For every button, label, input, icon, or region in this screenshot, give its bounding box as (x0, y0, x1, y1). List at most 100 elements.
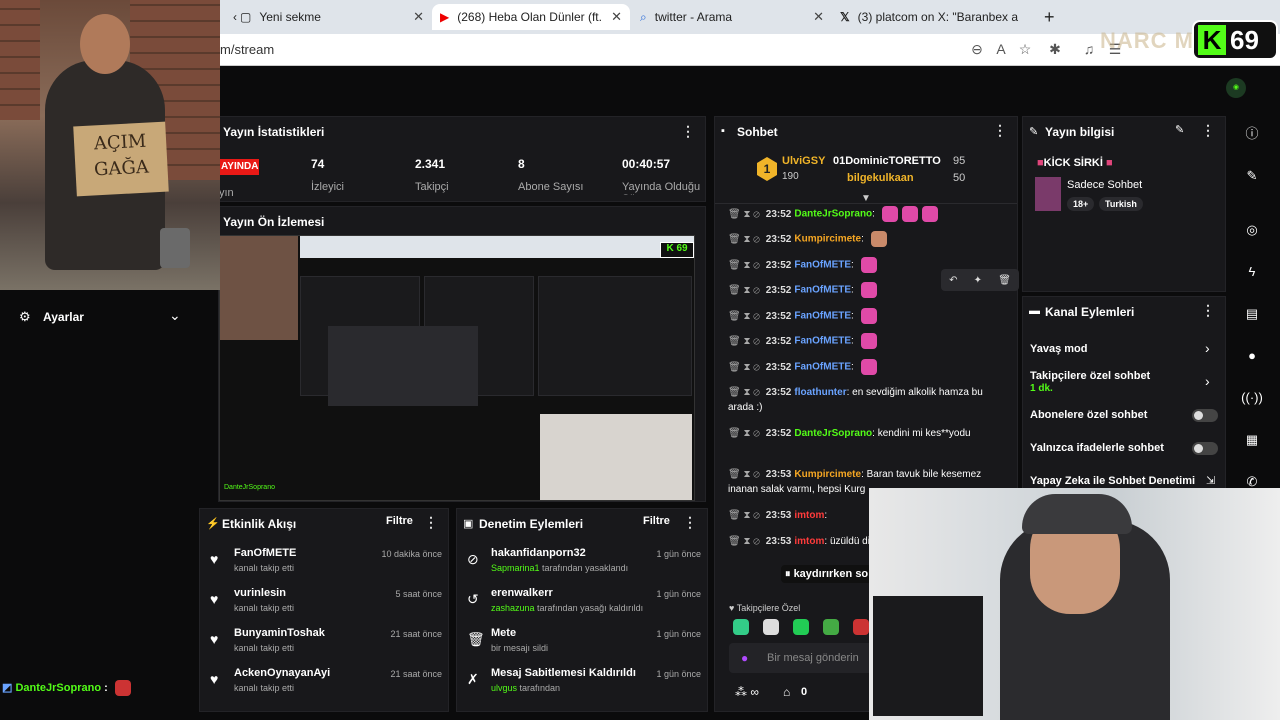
tab-youtube[interactable]: ▶ (268) Heba Olan Dünler (ft. Berrin ✕ (432, 4, 630, 30)
chat-icon[interactable]: ● (1238, 342, 1266, 370)
mod-actions-icon[interactable]: 🗑 ⧗ ⊘ (728, 285, 760, 296)
activity-row[interactable]: ♥ FanOfMETE kanalı takip etti 10 dakika … (200, 547, 442, 587)
mod-actions-icon[interactable]: 🗑 ⧗ ⊘ (728, 209, 760, 220)
info-menu-icon[interactable]: ⋮ (1201, 122, 1215, 139)
emote-icon[interactable] (853, 619, 869, 635)
chevron-down-icon[interactable]: ⌄ (169, 307, 181, 324)
chat-username[interactable]: FanOfMETE (794, 336, 851, 347)
points-icon[interactable]: ⁂ ∞ (735, 685, 759, 699)
chat-username[interactable]: FanOfMETE (794, 362, 851, 373)
edit-icon[interactable]: ✎ (1175, 123, 1184, 136)
chat-menu-icon[interactable]: ⋮ (993, 122, 1007, 139)
mod-actions-icon[interactable]: 🗑 ⧗ ⊘ (728, 234, 760, 245)
category-name[interactable]: Sadece Sohbet (1067, 179, 1142, 191)
chat-username[interactable]: FanOfMETE (794, 260, 851, 271)
chat-message[interactable]: 🗑 ⧗ ⊘ 23:52 FanOfMETE: (728, 257, 1000, 273)
tab-twitter-search[interactable]: ⌕ twitter - Arama ✕ (632, 4, 832, 30)
moderation-panel: ▣ Denetim Eylemleri Filtre ⋮ ⊘ hakanfida… (456, 508, 708, 712)
activity-row[interactable]: ♥ vurinlesin kanalı takip etti 5 saat ön… (200, 587, 442, 627)
tab-new-tab[interactable]: ▢ Yeni sekme ✕ (232, 4, 432, 30)
mod-actions-icon[interactable]: 🗑 ⧗ ⊘ (728, 311, 760, 322)
mod-actions-icon[interactable]: 🗑 ⧗ ⊘ (728, 260, 760, 271)
url-text[interactable]: m/stream (220, 42, 274, 57)
top-gifter-name[interactable]: UlviGSY (782, 155, 825, 167)
emote-icon[interactable] (793, 619, 809, 635)
chat-message[interactable]: 🗑 ⧗ ⊘ 23:52 FanOfMETE: (728, 308, 1000, 324)
pencil-icon[interactable]: ✎ (1238, 162, 1266, 190)
extensions-icon[interactable]: ✱ (1046, 40, 1064, 58)
chat-username[interactable]: DanteJrSoprano (794, 428, 872, 439)
activity-row[interactable]: ♥ AckenOynayanAyi kanalı takip etti 21 s… (200, 667, 442, 707)
ai-moderation-row[interactable]: Yapay Zeka ile Sohbet Denetimi (1030, 475, 1195, 487)
broadcast-icon[interactable]: ((·)) (1238, 384, 1266, 412)
emote-icon[interactable] (733, 619, 749, 635)
category-thumbnail[interactable] (1035, 177, 1061, 211)
close-tab-icon[interactable]: ✕ (413, 9, 424, 25)
chat-username[interactable]: Kumpircimete (794, 469, 861, 480)
mod-actions-icon[interactable]: 🗑 ⧗ ⊘ (728, 387, 760, 398)
channel-actions-menu-icon[interactable]: ⋮ (1201, 302, 1215, 319)
activity-row[interactable]: ♥ BunyaminToshak kanalı takip etti 21 sa… (200, 627, 442, 667)
moderation-row[interactable]: ⊘ hakanfidanporn32 Sapmarina1 tarafından… (457, 547, 701, 587)
mod-actions-icon[interactable]: 🗑 ⧗ ⊘ (728, 362, 760, 373)
mod-actions-icon[interactable]: 🗑 ⧗ ⊘ (728, 510, 760, 521)
stats-menu-icon[interactable]: ⋮ (681, 123, 695, 140)
emote-icon[interactable] (823, 619, 839, 635)
delete-icon[interactable]: 🗑 (998, 275, 1011, 286)
close-tab-icon[interactable]: ✕ (813, 9, 824, 25)
moderation-menu-icon[interactable]: ⋮ (683, 514, 697, 531)
chat-username[interactable]: imtom (794, 536, 824, 547)
subs-only-toggle[interactable] (1192, 409, 1218, 422)
favorite-icon[interactable]: ☆ (1016, 40, 1034, 58)
zoom-icon[interactable]: ⊖ (968, 40, 986, 58)
media-icon[interactable]: ♫ (1080, 40, 1098, 58)
emote-icon[interactable] (763, 619, 779, 635)
moderation-filter-button[interactable]: Filtre (643, 515, 670, 527)
camera-icon[interactable]: ◎ (1238, 216, 1266, 244)
clipboard-icon[interactable]: ▤ (1238, 300, 1266, 328)
mod-actions-icon[interactable]: 🗑 ⧗ ⊘ (728, 469, 760, 480)
moderation-row[interactable]: ↺ erenwalkerr zashazuna tarafından yasağ… (457, 587, 701, 627)
emote-only-toggle[interactable] (1192, 442, 1218, 455)
chat-username[interactable]: DanteJrSoprano (794, 209, 872, 220)
chat-message[interactable]: 🗑 ⧗ ⊘ 23:52 FanOfMETE: (728, 359, 1000, 375)
chat-username[interactable]: FanOfMETE (794, 311, 851, 322)
chat-message[interactable]: 🗑 ⧗ ⊘ 23:52 DanteJrSoprano: kendini mi kes… (728, 426, 1000, 441)
dashboard-icon[interactable]: ▦ (1238, 426, 1266, 454)
read-aloud-icon[interactable]: A (992, 40, 1010, 58)
lightning-icon[interactable]: ϟ (1238, 258, 1266, 286)
mod-actions-icon[interactable]: 🗑 ⧗ ⊘ (728, 536, 760, 547)
slow-mode-row[interactable]: Yavaş mod (1030, 343, 1087, 355)
chat-message[interactable]: 🗑 ⧗ ⊘ 23:52 Kumpircimete: (728, 231, 1000, 247)
followers-only-row[interactable]: Takipçilere özel sohbet (1030, 370, 1150, 382)
chevron-right-icon[interactable]: › (1205, 340, 1210, 356)
top-gifter-3-name[interactable]: bilgekulkaan (847, 172, 914, 184)
mic-icon[interactable]: ● (741, 651, 748, 665)
chat-message[interactable]: 🗑 ⧗ ⊘ 23:52 DanteJrSoprano: (728, 206, 1000, 222)
moderation-row[interactable]: ✗ Mesaj Sabitlemesi Kaldırıldı ulvgus ta… (457, 667, 701, 707)
moderation-row[interactable]: 🗑 Mete bir mesajı sildi 1 gün önce (457, 627, 701, 667)
close-tab-icon[interactable]: ✕ (611, 9, 622, 25)
info-icon[interactable]: ⓘ (1238, 120, 1266, 148)
chat-input[interactable]: ● Bir mesaj gönderin (729, 643, 875, 673)
activity-menu-icon[interactable]: ⋮ (424, 514, 438, 531)
user-avatar[interactable]: ◉ (1226, 78, 1246, 98)
external-link-icon[interactable]: ⇲ (1206, 474, 1215, 487)
mod-actions-icon[interactable]: 🗑 ⧗ ⊘ (728, 336, 760, 347)
chat-message[interactable]: 🗑 ⧗ ⊘ 23:52 floathunter: en sevdiğim alkol… (728, 385, 1000, 415)
tab-x-post[interactable]: 𝕏 (3) platcom on X: "Baranbex adlı K (832, 4, 1032, 30)
chat-username[interactable]: Kumpircimete (794, 234, 861, 245)
top-gifter-2-name[interactable]: 01DominicTORETTO (833, 155, 941, 167)
chat-username[interactable]: FanOfMETE (794, 285, 851, 296)
chat-message[interactable]: 🗑 ⧗ ⊘ 23:52 FanOfMETE: (728, 333, 1000, 349)
preview-video[interactable]: K 69 DanteJrSoprano (219, 235, 695, 501)
chat-message[interactable]: 🗑 ⧗ ⊘ 23:52 FanOfMETE: (728, 282, 1000, 298)
activity-filter-button[interactable]: Filtre (386, 515, 413, 527)
new-tab-button[interactable]: + (1036, 4, 1060, 30)
mod-actions-icon[interactable]: 🗑 ⧗ ⊘ (728, 428, 760, 439)
settings-title[interactable]: Ayarlar (43, 310, 84, 324)
chat-username[interactable]: floathunter (794, 387, 846, 398)
gift-icon[interactable]: ⌂ (783, 685, 790, 699)
chat-username[interactable]: imtom (794, 510, 824, 521)
chevron-right-icon[interactable]: › (1205, 373, 1210, 389)
